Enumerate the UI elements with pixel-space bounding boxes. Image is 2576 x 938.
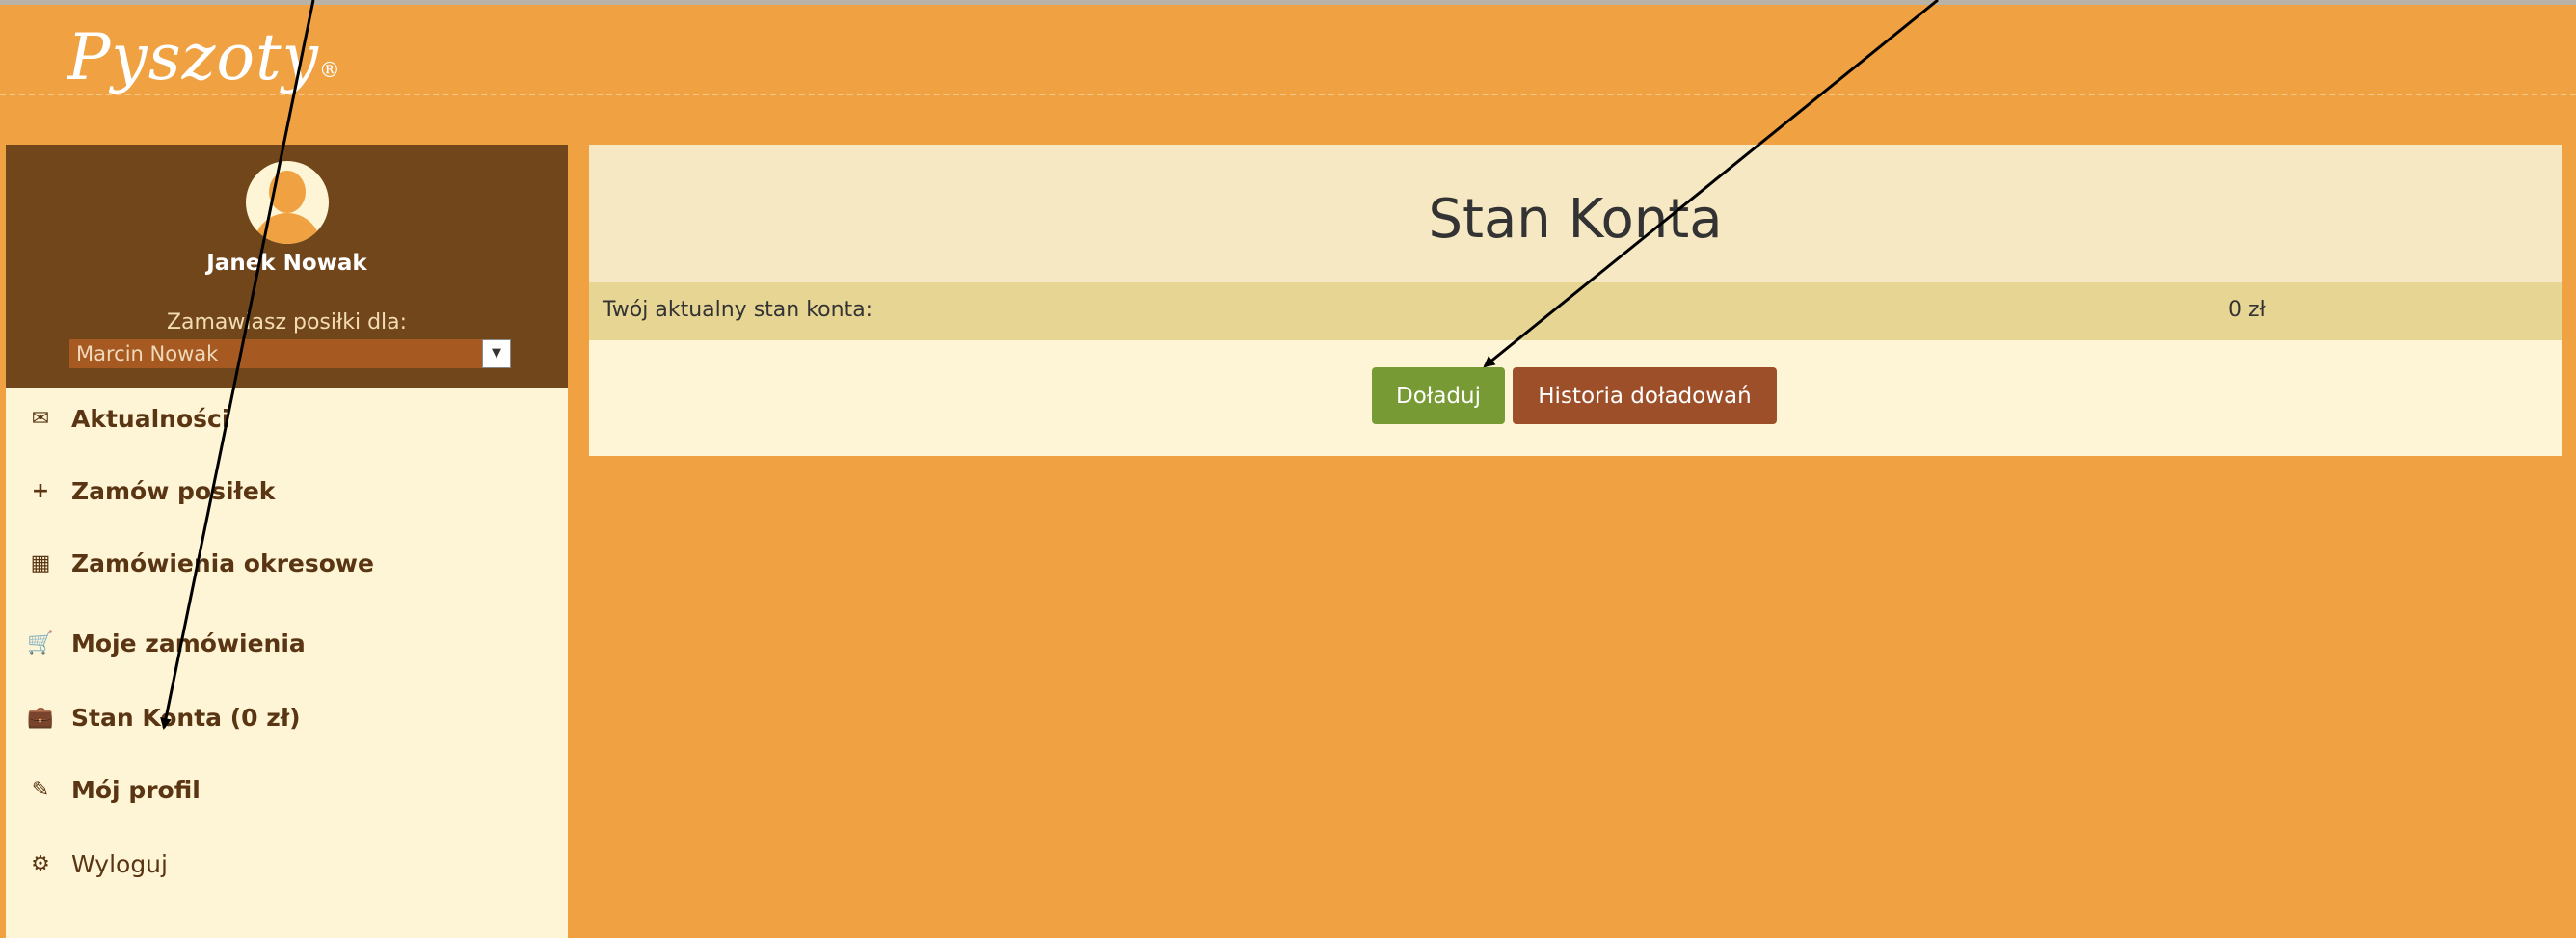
sidebar-item-label: Stan Konta (0 zł) xyxy=(71,703,301,732)
sidebar: Janek Nowak Zamawiasz posiłki dla: Marci… xyxy=(6,145,568,938)
sidebar-item-zamow-posilek[interactable]: + Zamów posiłek xyxy=(27,471,276,510)
briefcase-icon: 💼 xyxy=(27,705,54,730)
user-name: Janek Nowak xyxy=(206,251,367,276)
sidebar-item-label: Moje zamówienia xyxy=(71,629,306,657)
sidebar-item-label: Zamów posiłek xyxy=(71,476,276,505)
avatar xyxy=(246,161,329,244)
balance-row: Twój aktualny stan konta: 0 zł xyxy=(589,282,2562,340)
page-title: Stan Konta xyxy=(1428,188,1723,251)
account-balance-panel: Stan Konta Twój aktualny stan konta: 0 z… xyxy=(589,145,2562,456)
order-for-selected: Marcin Nowak xyxy=(76,342,219,365)
balance-value: 0 zł xyxy=(2228,298,2266,322)
plus-icon: + xyxy=(31,478,50,503)
topup-button[interactable]: Doładuj xyxy=(1372,367,1505,424)
sidebar-item-label: Zamówienia okresowe xyxy=(71,549,374,577)
sidebar-item-label: Wyloguj xyxy=(71,849,168,878)
order-for-label: Zamawiasz posiłki dla: xyxy=(166,310,408,335)
topup-history-button[interactable]: Historia doładowań xyxy=(1513,367,1777,424)
balance-label: Twój aktualny stan konta: xyxy=(603,298,873,322)
order-for-select[interactable]: Marcin Nowak ▼ xyxy=(69,339,511,368)
pencil-icon: ✎ xyxy=(31,777,50,802)
cart-icon: 🛒 xyxy=(27,630,54,656)
calendar-icon: ▦ xyxy=(30,550,51,576)
brand-logo[interactable]: Pyszoty® xyxy=(67,19,341,96)
panel-header: Stan Konta xyxy=(589,145,2562,282)
avatar-shoulders-shape xyxy=(254,213,321,244)
sidebar-item-zamowienia-okresowe[interactable]: ▦ Zamówienia okresowe xyxy=(27,544,374,582)
sidebar-item-wyloguj[interactable]: ⚙ Wyloguj xyxy=(27,844,168,883)
header-divider xyxy=(0,94,2576,95)
sidebar-item-aktualnosci[interactable]: ✉ Aktualności xyxy=(27,399,230,438)
sidebar-item-label: Mój profil xyxy=(71,775,201,804)
sidebar-item-label: Aktualności xyxy=(71,404,230,433)
sidebar-item-moje-zamowienia[interactable]: 🛒 Moje zamówienia xyxy=(27,624,306,662)
sidebar-item-moj-profil[interactable]: ✎ Mój profil xyxy=(27,770,201,809)
chevron-down-icon[interactable]: ▼ xyxy=(482,339,511,368)
avatar-head-shape xyxy=(269,171,306,213)
user-panel: Janek Nowak Zamawiasz posiłki dla: Marci… xyxy=(6,145,568,388)
gear-icon: ⚙ xyxy=(31,851,50,876)
registered-mark: ® xyxy=(318,59,341,83)
logo-text: Pyszoty xyxy=(67,20,319,94)
window-top-border xyxy=(0,0,2576,5)
envelope-icon: ✉ xyxy=(31,406,50,431)
sidebar-item-stan-konta[interactable]: 💼 Stan Konta (0 zł) xyxy=(27,698,301,737)
